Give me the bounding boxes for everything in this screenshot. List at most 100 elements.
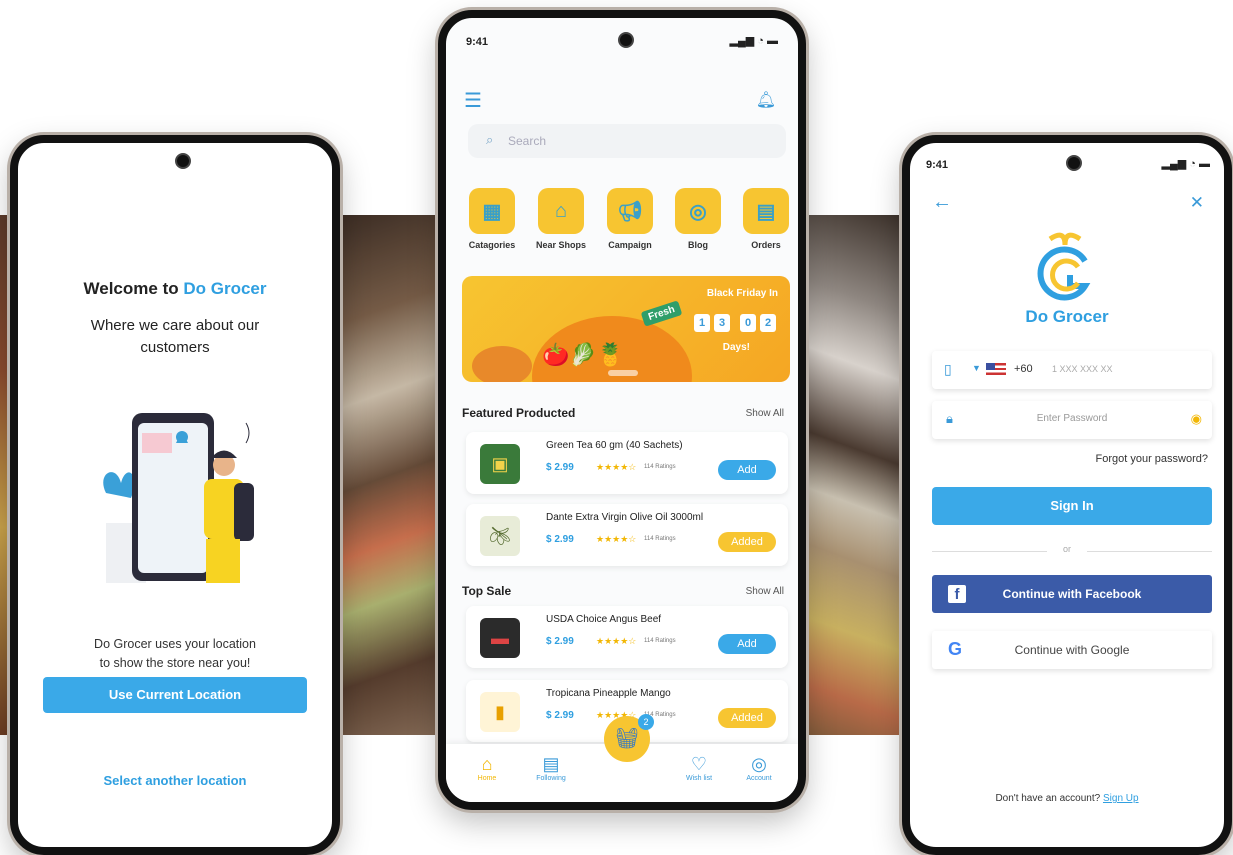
- category-orders[interactable]: ▤ Orders: [736, 188, 796, 250]
- phone-home-screen: 9:41 ▂▄▆ ◔ ▬ ☰ 🔔︎ ⌕ Search ▦ Catagories ⌂…: [438, 10, 806, 810]
- basket-icon: 🧺︎: [614, 728, 640, 750]
- home-icon: ⌂: [481, 754, 493, 774]
- rating-count: 114 Ratings: [644, 536, 676, 542]
- add-to-cart-button[interactable]: Add: [718, 634, 776, 654]
- signup-prompt: Don't have an account? Sign Up: [910, 793, 1224, 804]
- phone-signin-screen: 9:41 ▂▄▆ ◔ ▬ ← ✕ Do Grocer ▯ ▼ +60 1 XXX…: [902, 135, 1232, 855]
- chevron-down-icon[interactable]: ▼: [972, 363, 981, 373]
- description-line: Do Grocer uses your location: [94, 637, 256, 651]
- featured-heading: Featured Producted: [462, 406, 576, 420]
- select-another-location-link[interactable]: Select another location: [18, 773, 332, 788]
- store-icon: ▤: [542, 754, 560, 774]
- added-button[interactable]: Added: [718, 532, 776, 552]
- product-image-olive-oil: 🫒︎: [480, 516, 520, 556]
- nav-label: Account: [746, 775, 772, 782]
- banner-headline: Black Friday In: [706, 288, 778, 299]
- continue-with-facebook-button[interactable]: f Continue with Facebook: [932, 575, 1212, 613]
- phone-number-field[interactable]: ▯ ▼ +60 1 XXX XXX XX: [932, 351, 1212, 389]
- added-button[interactable]: Added: [718, 708, 776, 728]
- product-price: $ 2.99: [546, 534, 574, 545]
- menu-icon[interactable]: ☰: [464, 88, 482, 113]
- product-card[interactable]: ▬ USDA Choice Angus Beef $ 2.99 ★★★★☆ 11…: [466, 606, 788, 668]
- category-label: Catagories: [468, 240, 516, 250]
- front-camera: [175, 153, 191, 169]
- us-flag-icon: [986, 363, 1006, 375]
- search-bar[interactable]: ⌕ Search: [468, 124, 786, 158]
- grid-icon: ▦: [469, 188, 515, 234]
- carousel-indicator[interactable]: [608, 370, 638, 376]
- continue-with-google-button[interactable]: G Continue with Google: [932, 631, 1212, 669]
- product-image-green-tea: ▣: [480, 444, 520, 484]
- close-icon[interactable]: ✕: [1190, 193, 1204, 213]
- notification-bell-icon[interactable]: 🔔︎: [756, 90, 776, 110]
- divider: [1087, 551, 1212, 552]
- countdown-digit: 2: [760, 314, 776, 332]
- nav-label: Home: [477, 775, 497, 782]
- brand-name: Do Grocer: [183, 279, 267, 298]
- nav-home[interactable]: ⌂ Home: [462, 754, 512, 782]
- nav-label: Following: [536, 775, 566, 782]
- background-photo-produce: [330, 215, 450, 735]
- product-price: $ 2.99: [546, 462, 574, 473]
- description-line: to show the store near you!: [99, 656, 251, 670]
- password-field[interactable]: 🔒︎ Enter Password ◉: [932, 401, 1212, 439]
- blog-icon: ◎: [675, 188, 721, 234]
- forgot-password-link[interactable]: Forgot your password?: [1096, 453, 1209, 465]
- category-label: Blog: [688, 240, 708, 250]
- category-label: Campaign: [608, 240, 652, 250]
- banner-decoration: [472, 346, 532, 382]
- nav-account[interactable]: ◎ Account: [734, 754, 784, 782]
- phone-icon: ▯: [944, 361, 952, 377]
- do-grocer-logo: [1037, 232, 1091, 301]
- product-card[interactable]: 🫒︎ Dante Extra Virgin Olive Oil 3000ml $…: [466, 504, 788, 566]
- country-code: +60: [1014, 363, 1033, 375]
- eye-icon[interactable]: ◉: [1191, 411, 1202, 427]
- facebook-label: Continue with Facebook: [1002, 587, 1142, 601]
- promo-banner[interactable]: 🍅🥬🍍 Fresh Black Friday In 1 3 0 2 Days!: [462, 276, 790, 382]
- produce-basket-graphic: 🍅🥬🍍: [542, 342, 625, 367]
- subtitle-line: Where we care about our: [90, 317, 260, 334]
- product-price: $ 2.99: [546, 636, 574, 647]
- phone-location-screen: Welcome to Do Grocer Where we care about…: [10, 135, 340, 855]
- use-current-location-button[interactable]: Use Current Location: [43, 677, 307, 713]
- nav-wish-list[interactable]: ♡ Wish list: [674, 754, 724, 782]
- category-near-shops[interactable]: ⌂ Near Shops: [531, 188, 591, 250]
- welcome-prefix: Welcome to: [83, 279, 184, 298]
- category-label: Near Shops: [535, 240, 586, 250]
- category-campaign[interactable]: 📢︎ Campaign: [600, 188, 660, 250]
- status-icons: ▂▄▆ ◔ ▬: [729, 35, 778, 47]
- product-name: Green Tea 60 gm (40 Sachets): [546, 440, 683, 451]
- welcome-title: Welcome to Do Grocer: [18, 279, 332, 299]
- search-icon: ⌕: [486, 132, 494, 147]
- front-camera: [1066, 155, 1082, 171]
- sign-up-link[interactable]: Sign Up: [1103, 793, 1139, 804]
- status-icons: ▂▄▆ ◔ ▬: [1161, 158, 1210, 170]
- sign-in-button[interactable]: Sign In: [932, 487, 1212, 525]
- product-image-juice: ▮: [480, 692, 520, 732]
- back-arrow-icon[interactable]: ←: [932, 191, 952, 214]
- add-to-cart-button[interactable]: Add: [718, 460, 776, 480]
- product-name: USDA Choice Angus Beef: [546, 614, 662, 625]
- or-separator: or: [1062, 544, 1071, 554]
- featured-show-all-link[interactable]: Show All: [746, 408, 784, 419]
- countdown-digit: 3: [714, 314, 730, 332]
- countdown-unit: Days!: [722, 342, 750, 353]
- shop-icon: ⌂: [538, 188, 584, 234]
- account-icon: ◎: [751, 754, 767, 774]
- star-rating-icon: ★★★★☆: [596, 534, 637, 544]
- countdown: 1 3 0 2: [694, 314, 776, 332]
- document-icon: ▤: [743, 188, 789, 234]
- rating-count: 114 Ratings: [644, 464, 676, 470]
- location-illustration: [103, 413, 254, 583]
- nav-following[interactable]: ▤ Following: [526, 754, 576, 782]
- password-placeholder: Enter Password: [1036, 413, 1108, 424]
- location-description: Do Grocer uses your location to show the…: [18, 635, 332, 673]
- top-sale-show-all-link[interactable]: Show All: [746, 586, 784, 597]
- no-account-text: Don't have an account?: [995, 793, 1101, 804]
- category-blog[interactable]: ◎ Blog: [668, 188, 728, 250]
- leaf-shape: [103, 472, 135, 498]
- search-placeholder: Search: [508, 134, 547, 148]
- star-rating-icon: ★★★★☆: [596, 462, 637, 472]
- category-catagories[interactable]: ▦ Catagories: [462, 188, 522, 250]
- product-card[interactable]: ▣ Green Tea 60 gm (40 Sachets) $ 2.99 ★★…: [466, 432, 788, 494]
